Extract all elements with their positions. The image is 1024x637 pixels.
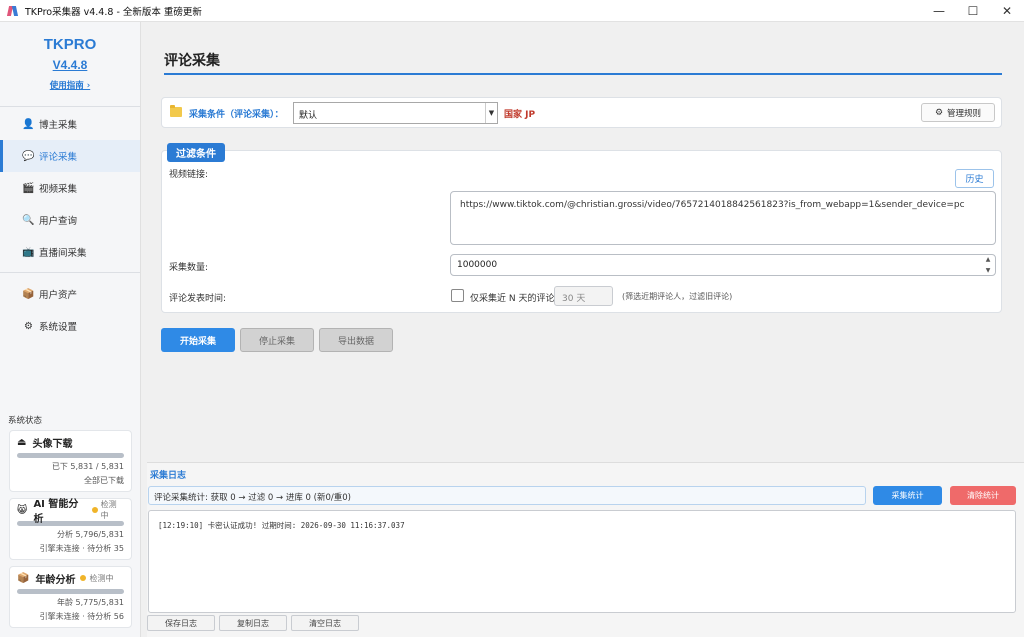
download-icon: ⏏ (17, 436, 27, 448)
brand-name: TKPRO (43, 36, 97, 53)
clear-stats-button[interactable]: 清除统计 (950, 486, 1016, 505)
chevron-down-icon[interactable]: ▼ (485, 103, 497, 123)
search-icon: 🔍 (22, 214, 35, 226)
ai-analysis-card: 😸 AI 智能分析 检测中 分析 5,796/5,831 引擎未连接 · 待分析 3… (9, 498, 132, 560)
card-line: 已下 5,831 / 5,831 (51, 462, 124, 471)
count-spinbox[interactable]: 1000000 ▲ ▼ (450, 254, 996, 276)
stats-bar: 评论采集统计: 获取 0 → 过滤 0 → 进库 0 (新0/重0) (148, 486, 866, 505)
card-line: 分析 5,796/5,831 (56, 530, 124, 539)
user-icon: 👤 (22, 118, 35, 130)
sidebar-item-label: 博主采集 (39, 120, 78, 131)
log-area: 采集日志 评论采集统计: 获取 0 → 过滤 0 → 进库 0 (新0/重0) … (147, 462, 1024, 637)
assets-icon: 📦 (22, 288, 35, 300)
log-output[interactable]: [12:19:10] 卡密认证成功! 过期时间: 2026-09-30 11:1… (148, 510, 1016, 613)
main-content: 评论采集 采集条件（评论采集）： 默认 ▼ 国家 JP ⚙ 管理规则 视频链接:… (147, 22, 1024, 462)
age-progress-bar (17, 589, 124, 594)
status-text: 检测中 (100, 500, 117, 520)
window-title: TKPro采集器 v4.4.8 - 全新版本 重磅更新 (25, 6, 202, 18)
secondary-nav: 📦 用户资产 ⚙ 系统设置 (0, 273, 140, 342)
page-title: 评论采集 (164, 53, 220, 69)
status-dot (80, 575, 87, 581)
card-line: 引擎未连接 · 待分析 35 (39, 544, 124, 553)
sidebar-item-user-query[interactable]: 🔍 用户查询 (0, 204, 140, 236)
video-url-input[interactable]: https://www.tiktok.com/@christian.grossi… (450, 191, 996, 245)
card-line: 引擎未连接 · 待分析 56 (39, 612, 124, 621)
live-room-icon: 📺 (22, 246, 35, 258)
start-button[interactable]: 开始采集 (161, 328, 235, 352)
condition-select[interactable]: 默认 ▼ (293, 102, 498, 124)
status-dot (91, 507, 98, 513)
video-link-label: 视频链接: (169, 170, 209, 180)
maximize-button[interactable]: ☐ (956, 0, 990, 22)
days-input[interactable]: 30 天 (554, 286, 613, 306)
folder-icon (170, 105, 182, 117)
box-icon: 📦 (17, 572, 30, 584)
card-line: 年龄 5,775/5,831 (56, 598, 124, 607)
spin-down-icon[interactable]: ▼ (986, 267, 991, 274)
sidebar-item-label: 视频采集 (39, 184, 78, 195)
status-text: 检测中 (89, 573, 114, 583)
condition-panel: 采集条件（评论采集）： 默认 ▼ 国家 JP ⚙ 管理规则 (161, 97, 1002, 128)
sidebar-item-label: 直播间采集 (39, 248, 87, 259)
title-divider (164, 73, 1002, 75)
age-analysis-card: 📦 年龄分析 检测中 年龄 5,775/5,831 引擎未连接 · 待分析 56 (9, 566, 132, 628)
main-nav: 👤 博主采集 💬 评论采集 🎬 视频采集 🔍 用户查询 📺 直播间采集 (0, 107, 140, 268)
sidebar-item-label: 评论采集 (39, 152, 78, 163)
clear-log-button[interactable]: 清空日志 (291, 615, 359, 631)
sidebar-item-settings[interactable]: ⚙ 系统设置 (0, 310, 140, 342)
sidebar-item-blogger[interactable]: 👤 博主采集 (0, 108, 140, 140)
country-label: 国家 JP (504, 110, 536, 120)
manage-rules-label: 管理规则 (947, 108, 982, 119)
avatar-download-card: ⏏ 头像下载 已下 5,831 / 5,831 全部已下载 (9, 430, 132, 492)
video-icon: 🎬 (22, 182, 35, 194)
card-title: 头像下载 (32, 438, 73, 450)
stats-button[interactable]: 采集统计 (873, 486, 942, 505)
gear-icon: ⚙ (934, 107, 944, 118)
export-button[interactable]: 导出数据 (319, 328, 393, 352)
user-guide-link[interactable]: 使用指南 › (0, 79, 140, 91)
version-link[interactable]: V4.4.8 (0, 58, 140, 72)
robot-icon: 😸 (17, 504, 28, 516)
card-title: AI 智能分析 (33, 499, 79, 525)
close-button[interactable]: ✕ (990, 0, 1024, 22)
save-log-button[interactable]: 保存日志 (147, 615, 215, 631)
sidebar-item-live-room[interactable]: 📺 直播间采集 (0, 236, 140, 268)
history-button[interactable]: 历史 (955, 169, 994, 188)
log-title: 采集日志 (150, 471, 187, 481)
condition-label: 采集条件（评论采集）： (189, 110, 284, 120)
settings-icon: ⚙ (24, 320, 33, 332)
time-label: 评论发表时间: (169, 294, 227, 304)
filter-panel: 视频链接: 历史 https://www.tiktok.com/@christi… (161, 150, 1002, 313)
title-bar: TKPro采集器 v4.4.8 - 全新版本 重磅更新 — ☐ ✕ (0, 0, 1024, 22)
filter-tag: 过滤条件 (167, 143, 225, 162)
copy-log-button[interactable]: 复制日志 (219, 615, 287, 631)
app-logo-icon (7, 5, 19, 17)
recent-days-checkbox[interactable] (451, 289, 464, 302)
filter-hint: (筛选近期评论人，过滤旧评论) (622, 292, 733, 301)
sidebar: TKPRO V4.4.8 使用指南 › 👤 博主采集 💬 评论采集 🎬 视频采集… (0, 22, 141, 637)
sidebar-item-label: 用户资产 (39, 290, 78, 301)
minimize-button[interactable]: — (922, 0, 956, 22)
sidebar-item-assets[interactable]: 📦 用户资产 (0, 278, 140, 310)
system-status-title: 系统状态 (8, 416, 43, 426)
sidebar-item-video[interactable]: 🎬 视频采集 (0, 172, 140, 204)
sidebar-item-label: 系统设置 (39, 322, 78, 333)
count-value: 1000000 (457, 260, 498, 270)
comment-icon: 💬 (22, 150, 35, 162)
stop-button[interactable]: 停止采集 (240, 328, 314, 352)
manage-rules-button[interactable]: ⚙ 管理规则 (921, 103, 995, 122)
card-title: 年龄分析 (35, 574, 76, 586)
avatar-progress-bar (17, 453, 124, 458)
log-line: [12:19:10] 卡密认证成功! 过期时间: 2026-09-30 11:1… (158, 521, 405, 530)
sidebar-item-label: 用户查询 (39, 216, 78, 227)
condition-select-value: 默认 (299, 111, 318, 121)
sidebar-item-comments[interactable]: 💬 评论采集 (0, 140, 140, 172)
spin-up-icon[interactable]: ▲ (986, 256, 991, 263)
count-label: 采集数量: (169, 263, 209, 273)
card-line: 全部已下载 (84, 476, 124, 485)
recent-days-label[interactable]: 仅采集近 N 天的评论 (470, 291, 554, 304)
